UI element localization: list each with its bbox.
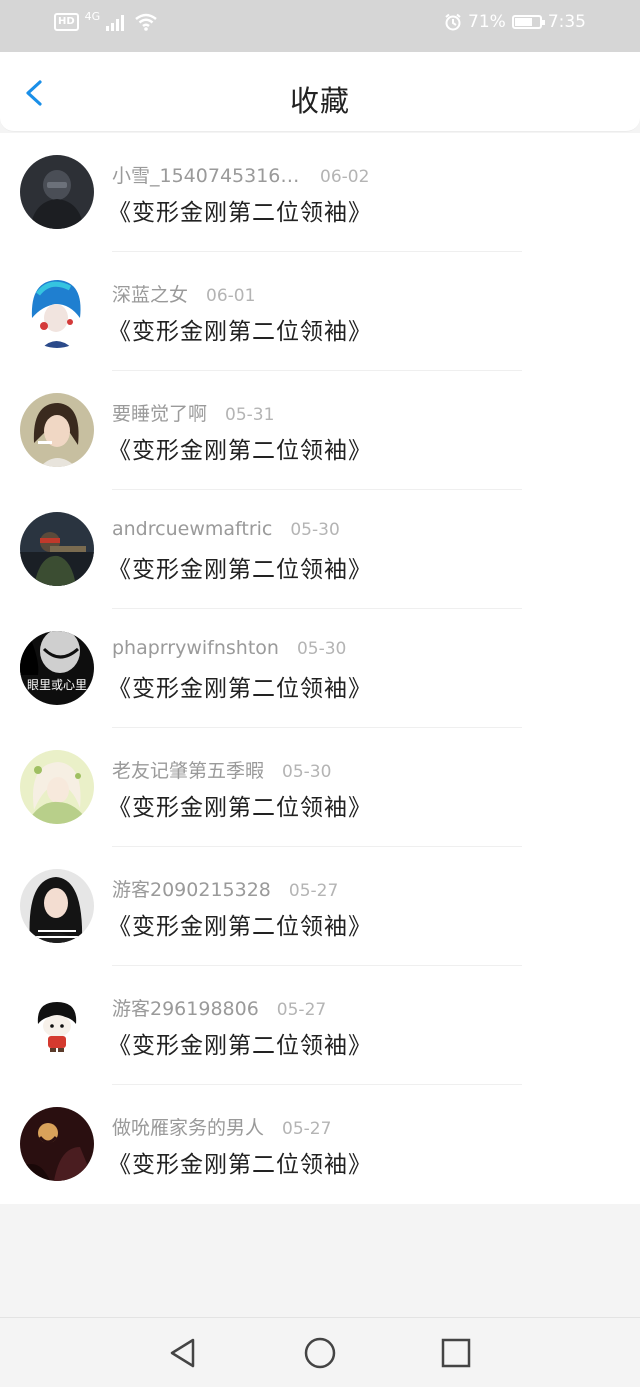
date: 06-01 xyxy=(206,286,256,306)
avatar-girl-long-hair-icon xyxy=(20,869,94,943)
avatar[interactable] xyxy=(20,869,94,943)
battery-icon xyxy=(511,15,545,29)
item-meta: 游客296198806 05-27 xyxy=(112,994,326,1021)
favorite-item[interactable]: 眼里或心里 phaprrywifnshton 05-30 《变形金刚第二位领袖》 xyxy=(0,609,640,728)
avatar-cartoon-kid-icon xyxy=(20,988,94,1062)
item-meta: andrcuewmaftric 05-30 xyxy=(112,518,340,540)
item-meta: 小雪_15407453162... 06-02 xyxy=(112,161,369,188)
hd-icon: HD xyxy=(54,13,79,31)
date: 05-31 xyxy=(225,405,275,425)
username: andrcuewmaftric xyxy=(112,518,273,540)
avatar-girl-portrait-icon xyxy=(20,393,94,467)
status-bar: HD 4G 71% 7:35 xyxy=(0,0,640,52)
alarm-icon xyxy=(445,13,461,31)
date: 06-02 xyxy=(320,167,370,187)
date: 05-30 xyxy=(282,762,332,782)
favorite-title[interactable]: 《变形金刚第二位领袖》 xyxy=(108,431,372,465)
username: 要睡觉了啊 xyxy=(112,403,208,425)
date: 05-27 xyxy=(282,1119,332,1139)
favorite-item[interactable]: 游客296198806 05-27 《变形金刚第二位领袖》 xyxy=(0,966,640,1085)
avatar-blue-hair-girl-icon xyxy=(20,274,94,348)
avatar[interactable] xyxy=(20,155,94,229)
favorite-title[interactable]: 《变形金刚第二位领袖》 xyxy=(108,193,372,227)
username: phaprrywifnshton xyxy=(112,637,279,659)
favorites-list: 小雪_15407453162... 06-02 《变形金刚第二位领袖》 深蓝之女… xyxy=(0,133,640,1204)
favorite-item[interactable]: 游客2090215328 05-27 《变形金刚第二位领袖》 xyxy=(0,847,640,966)
date: 05-27 xyxy=(288,881,339,901)
signal-icon xyxy=(106,15,125,31)
favorite-item[interactable]: 深蓝之女 06-01 《变形金刚第二位领袖》 xyxy=(0,252,640,371)
item-meta: 深蓝之女 06-01 xyxy=(112,280,255,307)
favorite-item[interactable]: 要睡觉了啊 05-31 《变形金刚第二位领袖》 xyxy=(0,371,640,490)
avatar[interactable] xyxy=(20,393,94,467)
avatar-dark-soldier-icon xyxy=(20,155,94,229)
date: 05-30 xyxy=(290,520,340,540)
favorite-title[interactable]: 《变形金刚第二位领袖》 xyxy=(108,788,372,822)
nav-back-button[interactable] xyxy=(166,1336,200,1370)
page-title: 收藏 xyxy=(289,84,350,118)
battery-percent: 71% xyxy=(468,12,506,32)
avatar-caption: 眼里或心里 xyxy=(27,678,87,692)
network-type: 4G xyxy=(84,9,101,23)
username: 游客2090215328 xyxy=(112,879,271,901)
home-circle-icon xyxy=(304,1337,336,1369)
item-meta: phaprrywifnshton 05-30 xyxy=(112,637,346,659)
avatar-gamer-icon xyxy=(20,512,94,586)
header: 收藏 xyxy=(0,52,640,132)
nav-recents-button[interactable] xyxy=(439,1336,473,1370)
item-meta: 游客2090215328 05-27 xyxy=(112,875,338,902)
favorite-item[interactable]: 做吮雁家务的男人 05-27 《变形金刚第二位领袖》 xyxy=(0,1085,640,1204)
favorite-title[interactable]: 《变形金刚第二位领袖》 xyxy=(108,312,372,346)
date: 05-27 xyxy=(276,1000,327,1020)
username: 小雪_15407453162... xyxy=(112,165,302,187)
favorite-item[interactable]: andrcuewmaftric 05-30 《变形金刚第二位领袖》 xyxy=(0,490,640,609)
status-right: 71% 7:35 xyxy=(444,12,586,32)
battery-level xyxy=(514,18,532,26)
username: 做吮雁家务的男人 xyxy=(112,1117,265,1139)
status-left: HD 4G xyxy=(54,9,158,31)
item-meta: 要睡觉了啊 05-31 xyxy=(112,399,274,426)
avatar[interactable] xyxy=(20,988,94,1062)
avatar-dark-scene-icon xyxy=(20,1107,94,1181)
recents-square-icon xyxy=(441,1338,471,1368)
avatar[interactable] xyxy=(20,512,94,586)
username: 深蓝之女 xyxy=(112,284,189,306)
date: 05-30 xyxy=(296,639,347,659)
wifi-icon xyxy=(135,13,157,31)
favorite-title[interactable]: 《变形金刚第二位领袖》 xyxy=(108,1026,372,1060)
avatar-dark-face-icon: 眼里或心里 xyxy=(20,631,94,705)
favorite-item[interactable]: 小雪_15407453162... 06-02 《变形金刚第二位领袖》 xyxy=(0,133,640,252)
favorite-title[interactable]: 《变形金刚第二位领袖》 xyxy=(108,669,372,703)
favorite-title[interactable]: 《变形金刚第二位领袖》 xyxy=(108,907,372,941)
item-meta: 做吮雁家务的男人 05-27 xyxy=(112,1113,331,1140)
favorite-item[interactable]: 老友记肇第五季暇 05-30 《变形金刚第二位领袖》 xyxy=(0,728,640,847)
avatar[interactable] xyxy=(20,750,94,824)
item-meta: 老友记肇第五季暇 05-30 xyxy=(112,756,331,783)
back-triangle-icon xyxy=(170,1338,195,1368)
favorite-title[interactable]: 《变形金刚第二位领袖》 xyxy=(108,1145,372,1179)
username: 老友记肇第五季暇 xyxy=(112,760,265,782)
navigation-bar xyxy=(0,1317,640,1387)
username: 游客296198806 xyxy=(112,998,259,1020)
avatar[interactable] xyxy=(20,1107,94,1181)
favorite-title[interactable]: 《变形金刚第二位领袖》 xyxy=(108,550,372,584)
nav-home-button[interactable] xyxy=(303,1336,337,1370)
avatar[interactable] xyxy=(20,274,94,348)
avatar[interactable]: 眼里或心里 xyxy=(20,631,94,705)
avatar-anime-girl-icon xyxy=(20,750,94,824)
clock: 7:35 xyxy=(547,12,586,32)
